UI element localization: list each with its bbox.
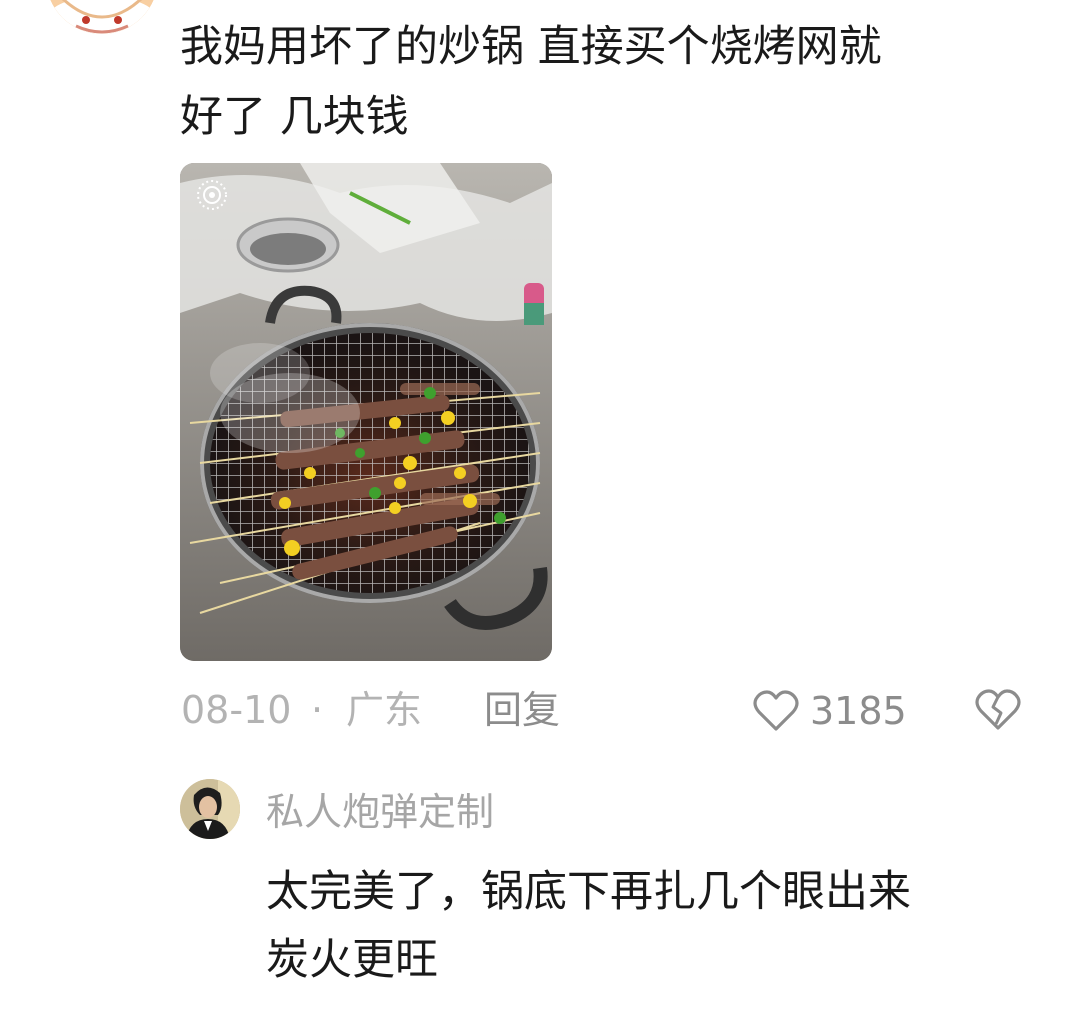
cartoon-face-avatar-icon [46,0,158,34]
commenter-avatar[interactable] [46,0,158,34]
comment-meta-row: 08-10 · 广东 回复 3185 [0,684,1080,740]
comment-image[interactable] [180,163,552,661]
broken-heart-icon [975,689,1021,730]
reply-username[interactable]: 私人炮弹定制 [266,786,494,838]
bbq-grill-photo [180,163,552,661]
comment-location: 广东 [346,688,423,732]
heart-outline-icon [753,690,799,731]
reply-text: 太完美了，锅底下再扎几个眼出来 炭火更旺 [266,867,911,985]
meta-separator: · [311,688,324,732]
user-avatar [180,779,240,839]
like-button[interactable]: 3185 [752,686,907,736]
like-count: 3185 [810,689,907,733]
reply-button[interactable]: 回复 [484,684,560,736]
comment-text: 我妈用坏了的炒锅 直接买个烧烤网就 好了 几块钱 [180,22,882,142]
reply-user-avatar[interactable] [180,779,240,839]
dislike-button[interactable] [974,688,1022,732]
comment-date: 08-10 [181,688,292,732]
